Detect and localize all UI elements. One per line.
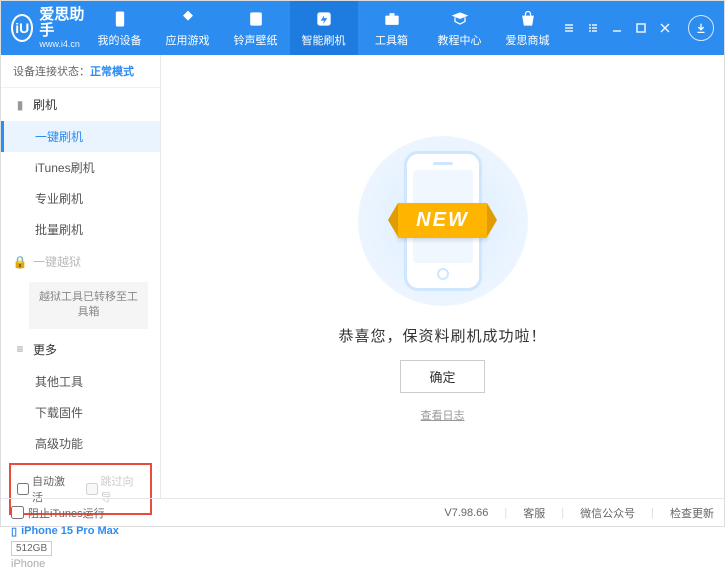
sidebar: 设备连接状态：正常模式 ▮ 刷机 一键刷机 iTunes刷机 专业刷机 批量刷机… [1, 55, 161, 498]
top-nav: 我的设备 应用游戏 铃声壁纸 智能刷机 工具箱 教程中心 [86, 1, 562, 55]
more-icon: ≡ [13, 342, 27, 356]
sidebar-item-advanced[interactable]: 高级功能 [1, 428, 160, 459]
store-icon [518, 9, 538, 29]
minimize-icon[interactable] [610, 21, 624, 35]
view-log-link[interactable]: 查看日志 [421, 407, 465, 423]
nav-device[interactable]: 我的设备 [86, 1, 154, 55]
update-link[interactable]: 检查更新 [670, 505, 714, 521]
app-window: iU 爱思助手 www.i4.cn 我的设备 应用游戏 铃声壁纸 智能刷机 [0, 0, 725, 527]
nav-label: 铃声壁纸 [234, 32, 278, 48]
wechat-link[interactable]: 微信公众号 [580, 505, 635, 521]
close-icon[interactable] [658, 21, 672, 35]
group-label: 更多 [33, 341, 57, 358]
logo-icon: iU [11, 14, 33, 42]
nav-ringtone[interactable]: 铃声壁纸 [222, 1, 290, 55]
success-illustration: NEW [353, 131, 533, 311]
new-ribbon: NEW [398, 203, 487, 238]
block-itunes-checkbox[interactable]: 阻止iTunes运行 [11, 505, 105, 521]
nav-label: 工具箱 [375, 32, 408, 48]
sidebar-item-download-fw[interactable]: 下载固件 [1, 397, 160, 428]
download-button[interactable] [688, 15, 714, 41]
group-label: 刷机 [33, 96, 57, 113]
nav-toolbox[interactable]: 工具箱 [358, 1, 426, 55]
connection-status: 设备连接状态：正常模式 [1, 55, 160, 88]
sidebar-item-other-tools[interactable]: 其他工具 [1, 366, 160, 397]
sidebar-item-itunes[interactable]: iTunes刷机 [1, 152, 160, 183]
nav-tutorial[interactable]: 教程中心 [426, 1, 494, 55]
nav-label: 应用游戏 [166, 32, 210, 48]
app-title: 爱思助手 [39, 7, 85, 40]
sidebar-item-batch[interactable]: 批量刷机 [1, 214, 160, 245]
logo: iU 爱思助手 www.i4.cn [11, 7, 86, 50]
lock-icon: 🔒 [13, 255, 27, 269]
checkbox-input [86, 483, 98, 495]
status-label: 设备连接状态： [13, 66, 90, 78]
device-info: ▯ iPhone 15 Pro Max 512GB iPhone [1, 519, 160, 576]
maximize-icon[interactable] [634, 21, 648, 35]
app-url: www.i4.cn [39, 40, 85, 50]
nav-label: 我的设备 [98, 32, 142, 48]
phone-icon: ▮ [13, 98, 27, 112]
service-link[interactable]: 客服 [523, 505, 545, 521]
sidebar-item-pro[interactable]: 专业刷机 [1, 183, 160, 214]
nav-store[interactable]: 爱思商城 [494, 1, 562, 55]
window-controls [562, 15, 725, 41]
version-label: V7.98.66 [444, 507, 488, 519]
status-mode: 正常模式 [90, 66, 134, 78]
menu-icon[interactable] [562, 21, 576, 35]
group-label: 一键越狱 [33, 253, 81, 270]
main-content: NEW 恭喜您，保资料刷机成功啦！ 确定 查看日志 [161, 55, 724, 498]
device-name-text: iPhone 15 Pro Max [21, 525, 119, 537]
titlebar: iU 爱思助手 www.i4.cn 我的设备 应用游戏 铃声壁纸 智能刷机 [1, 1, 724, 55]
checkbox-input[interactable] [17, 483, 29, 495]
device-icon [110, 9, 130, 29]
nav-label: 教程中心 [438, 32, 482, 48]
nav-label: 智能刷机 [302, 32, 346, 48]
tutorial-icon [450, 9, 470, 29]
sidebar-item-onekey[interactable]: 一键刷机 [1, 121, 160, 152]
nav-label: 爱思商城 [506, 32, 550, 48]
nav-flash[interactable]: 智能刷机 [290, 1, 358, 55]
list-icon[interactable] [586, 21, 600, 35]
checkbox-input[interactable] [11, 506, 24, 519]
checkbox-label: 阻止iTunes运行 [28, 505, 105, 521]
jailbreak-note: 越狱工具已转移至工具箱 [29, 282, 148, 329]
group-flash[interactable]: ▮ 刷机 [1, 88, 160, 121]
device-storage: 512GB [11, 541, 52, 556]
group-more[interactable]: ≡ 更多 [1, 333, 160, 366]
nav-apps[interactable]: 应用游戏 [154, 1, 222, 55]
group-jailbreak: 🔒 一键越狱 [1, 245, 160, 278]
flash-icon [314, 9, 334, 29]
statusbar: 阻止iTunes运行 V7.98.66 | 客服 | 微信公众号 | 检查更新 [1, 498, 724, 526]
ringtone-icon [246, 9, 266, 29]
toolbox-icon [382, 9, 402, 29]
device-type: iPhone [11, 558, 150, 570]
body: 设备连接状态：正常模式 ▮ 刷机 一键刷机 iTunes刷机 专业刷机 批量刷机… [1, 55, 724, 498]
apps-icon [178, 9, 198, 29]
ok-button[interactable]: 确定 [400, 360, 484, 393]
success-message: 恭喜您，保资料刷机成功啦！ [338, 325, 546, 346]
